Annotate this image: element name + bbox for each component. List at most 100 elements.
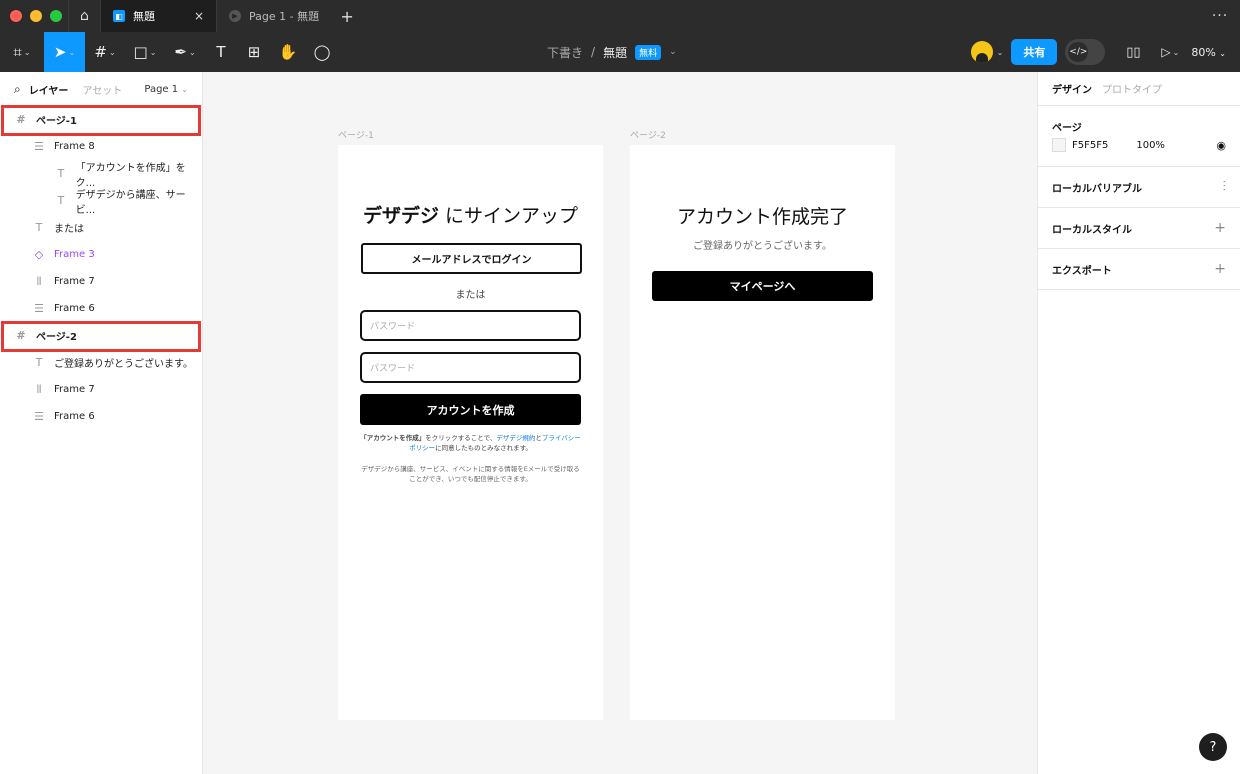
cursor-icon: ➤	[53, 43, 67, 61]
layer-frame-3[interactable]: ◇ Frame 3	[0, 241, 202, 268]
export-section[interactable]: エクスポート +	[1038, 249, 1240, 290]
search-icon[interactable]: ⌕	[14, 82, 21, 97]
layer-frame-7[interactable]: ⦀ Frame 7	[0, 376, 202, 403]
file-name[interactable]: 無題	[603, 44, 627, 61]
layer-page-2[interactable]: # ページ-2	[0, 322, 202, 349]
help-button[interactable]: ?	[1199, 733, 1227, 761]
maximize-window-button[interactable]	[50, 10, 62, 22]
toolbar: ⌗ ⌄ ➤ ⌄ # ⌄ □ ⌄ ✒ ⌄ T ⊞ ✋ ◯ 下書き / 無題 無料 ⌄ ⌄ 共…	[0, 32, 1240, 72]
auto-layout-icon: ☰	[34, 410, 44, 423]
breadcrumb: 下書き / 無題 無料 ⌄	[547, 32, 677, 72]
window-controls	[0, 10, 68, 22]
layer-label: ご登録ありがとうございます。	[54, 359, 193, 370]
chevron-down-icon: ⌄	[149, 47, 157, 57]
layer-list: # ページ-1 ☰ Frame 8 T 「アカウントを作成」をク... T デザデジから…	[0, 106, 202, 430]
hand-icon: ✋	[278, 43, 298, 61]
plus-icon[interactable]: +	[1214, 220, 1226, 236]
frame-label-page-2[interactable]: ページ-2	[630, 128, 666, 141]
zoom-menu[interactable]: 80% ⌄	[1187, 46, 1240, 59]
marketing-text: デザデジから講座、サービス、イベントに関する情報をEメールで受け取ることができ、…	[361, 465, 580, 483]
plus-icon[interactable]: +	[1214, 261, 1226, 277]
layer-frame-6[interactable]: ☰ Frame 6	[0, 295, 202, 322]
pen-icon: ✒	[174, 43, 187, 61]
resources-button[interactable]: ⊞	[237, 32, 271, 72]
sliders-icon[interactable]: ⫶	[1223, 179, 1227, 195]
page-color-value[interactable]: F5F5F5	[1072, 140, 1108, 151]
signup-brand: デザデジ	[362, 205, 439, 227]
pen-tool-button[interactable]: ✒ ⌄	[165, 32, 205, 72]
layer-text-thanks[interactable]: T ご登録ありがとうございます。	[0, 349, 202, 376]
layer-label: Frame 3	[54, 249, 95, 260]
comment-tool-button[interactable]: ◯	[305, 32, 339, 72]
mypage-button[interactable]: マイページへ	[652, 271, 873, 301]
present-button[interactable]: ▷ ⌄	[1153, 32, 1187, 72]
tab-prototype[interactable]: プロトタイプ	[1102, 81, 1162, 96]
page-color-row[interactable]: F5F5F5 100% ◉	[1052, 136, 1226, 154]
text-tool-button[interactable]: T	[205, 32, 237, 72]
color-swatch[interactable]	[1052, 138, 1066, 152]
text-icon: T	[35, 356, 43, 369]
eye-icon[interactable]: ◉	[1216, 139, 1226, 152]
minimize-window-button[interactable]	[30, 10, 42, 22]
file-icon: ◧	[113, 10, 125, 22]
layer-text-or[interactable]: T または	[0, 214, 202, 241]
close-window-button[interactable]	[10, 10, 22, 22]
layer-text-terms[interactable]: T 「アカウントを作成」をク...	[0, 160, 202, 189]
tab-layers[interactable]: レイヤー	[29, 82, 69, 97]
password-input-2[interactable]: パスワード	[360, 352, 581, 383]
terms-text-1: をクリックすることで、	[425, 434, 497, 442]
play-icon: ▶	[229, 10, 241, 22]
layer-label: Frame 8	[54, 141, 95, 152]
email-login-button[interactable]: メールアドレスでログイン	[361, 243, 582, 274]
left-panel-tabs: ⌕ レイヤー アセット Page 1 ⌄	[0, 72, 202, 106]
local-styles-section[interactable]: ローカルスタイル +	[1038, 208, 1240, 249]
tab-prototype-label: Page 1 - 無題	[249, 10, 320, 23]
new-tab-button[interactable]: +	[331, 0, 363, 32]
password-input-1[interactable]: パスワード	[360, 310, 581, 341]
auto-layout-icon: ☰	[34, 302, 44, 315]
shape-tool-button[interactable]: □ ⌄	[125, 32, 165, 72]
design-panel: デザイン プロトタイプ ページ F5F5F5 100% ◉ ローカルバリアブル ⫶…	[1037, 72, 1240, 774]
frame-label-page-1[interactable]: ページ-1	[338, 128, 374, 141]
move-tool-button[interactable]: ➤ ⌄	[44, 32, 85, 72]
avatar[interactable]	[970, 41, 993, 63]
layer-frame-6[interactable]: ☰ Frame 6	[0, 403, 202, 430]
tab-file[interactable]: ◧ 無題 ×	[100, 0, 216, 32]
chevron-down-icon[interactable]: ⌄	[669, 47, 677, 57]
hand-tool-button[interactable]: ✋	[271, 32, 305, 72]
terms-link[interactable]: デザデジ規約	[496, 434, 535, 442]
layer-text-marketing[interactable]: T デザデジから講座、サービ...	[0, 187, 202, 216]
main-menu-button[interactable]: ⌗ ⌄	[0, 32, 44, 72]
breadcrumb-drafts[interactable]: 下書き	[547, 44, 583, 61]
tab-assets[interactable]: アセット	[82, 82, 122, 97]
page-selector[interactable]: Page 1 ⌄	[144, 84, 188, 95]
local-variables-section[interactable]: ローカルバリアブル ⫶	[1038, 167, 1240, 208]
auto-layout-vertical-icon: ⦀	[36, 382, 42, 396]
frame-tool-button[interactable]: # ⌄	[85, 32, 125, 72]
create-account-button[interactable]: アカウントを作成	[360, 394, 581, 425]
export-label: エクスポート	[1052, 265, 1112, 277]
home-icon[interactable]: ⌂	[68, 0, 100, 32]
tab-design[interactable]: デザイン	[1052, 81, 1092, 96]
page-opacity-value[interactable]: 100%	[1136, 140, 1165, 151]
dev-mode-toggle[interactable]: </>	[1065, 39, 1106, 65]
layer-label: Frame 7	[54, 384, 95, 395]
close-tab-icon[interactable]: ×	[194, 9, 204, 23]
layer-label: デザデジから講座、サービ...	[75, 189, 186, 216]
layer-label: Frame 6	[54, 303, 95, 314]
terms-text-2: に同意したものとみなされます。	[435, 444, 532, 452]
frame-page-1[interactable]: デザデジ にサインアップ メールアドレスでログイン または パスワード パスワー…	[338, 145, 603, 720]
layer-frame-8[interactable]: ☰ Frame 8	[0, 133, 202, 160]
library-button[interactable]: ▯▯	[1113, 32, 1153, 72]
tab-prototype[interactable]: ▶ Page 1 - 無題	[216, 0, 331, 32]
frame-page-2[interactable]: アカウント作成完了 ご登録ありがとうございます。 マイページへ	[630, 145, 895, 720]
layer-label: ページ-2	[36, 332, 77, 343]
layer-page-1[interactable]: # ページ-1	[0, 106, 202, 133]
component-icon: ◇	[34, 248, 44, 261]
layer-frame-7[interactable]: ⦀ Frame 7	[0, 268, 202, 295]
done-subtitle: ご登録ありがとうございます。	[693, 241, 832, 252]
local-variables-label: ローカルバリアブル	[1052, 183, 1142, 195]
share-button[interactable]: 共有	[1011, 39, 1058, 65]
chevron-down-icon[interactable]: ⌄	[997, 48, 1004, 57]
more-icon[interactable]: ···	[1200, 8, 1240, 24]
